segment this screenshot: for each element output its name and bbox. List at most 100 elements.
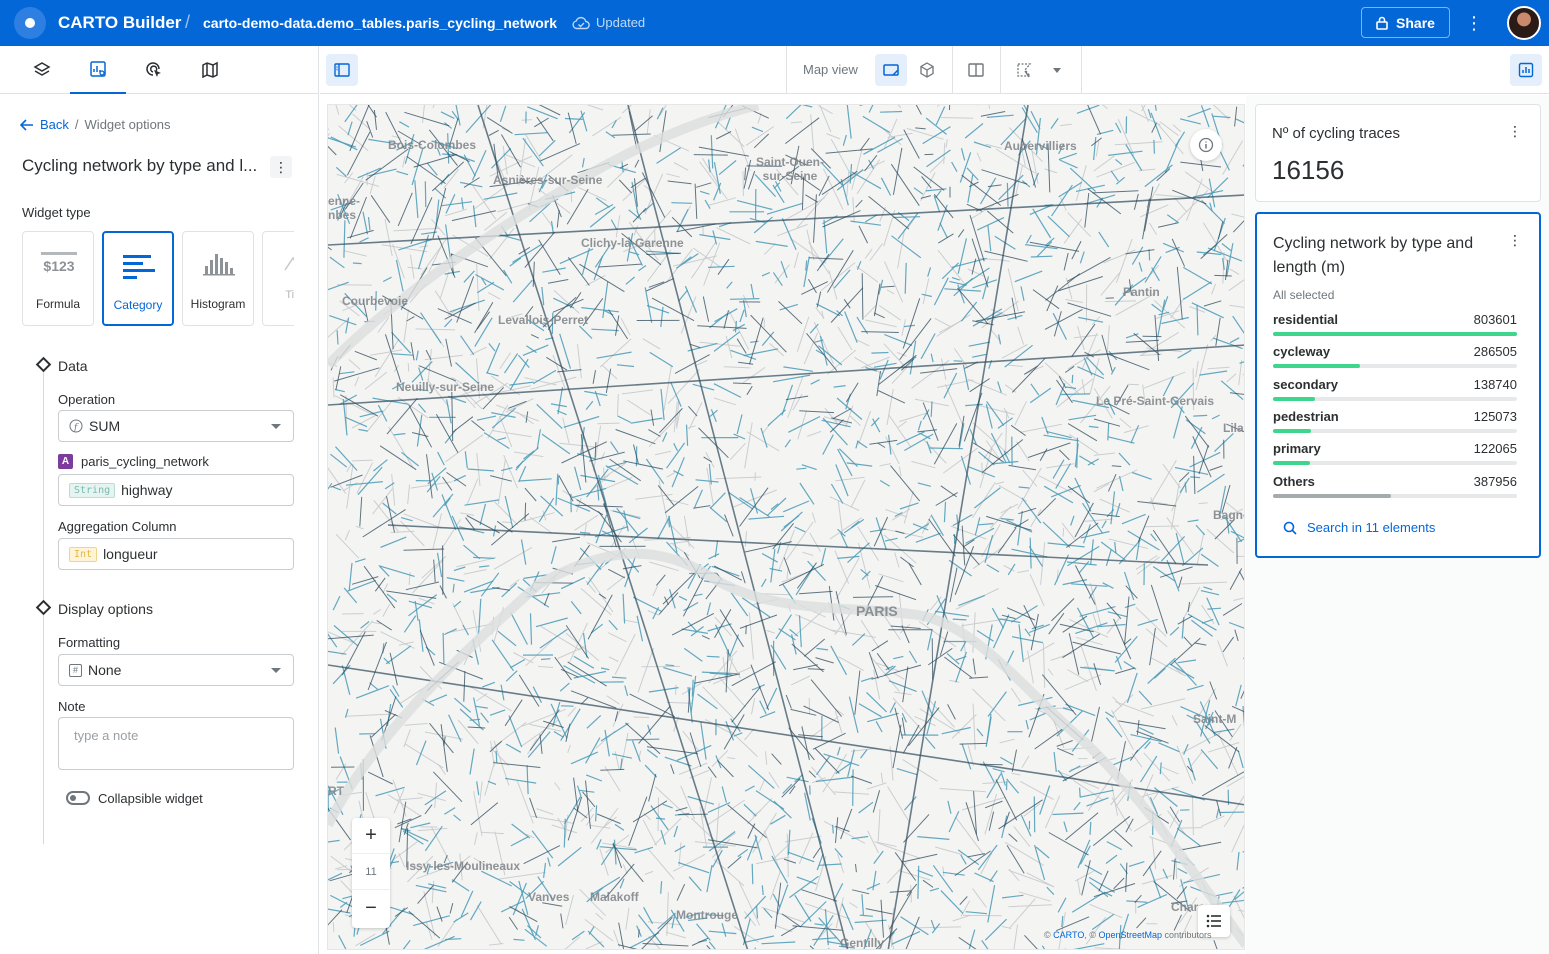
map-view-label: Map view — [803, 62, 858, 77]
tab-layers[interactable] — [14, 46, 70, 94]
category-widget-menu-icon[interactable]: ⋮ — [1508, 232, 1522, 249]
toggle-panel-button[interactable] — [326, 54, 358, 86]
chevron-down-icon — [271, 424, 281, 429]
int-type-tag: Int — [69, 546, 98, 562]
category-widget: Cycling network by type and length (m) ⋮… — [1255, 212, 1541, 558]
cube-icon — [920, 62, 934, 78]
carto-logo-icon[interactable] — [14, 7, 46, 39]
display-options-title[interactable]: Display options — [58, 601, 153, 617]
map-label: Saint-M — [1193, 712, 1237, 726]
source-name: paris_cycling_network — [81, 454, 209, 469]
widgets-panel-icon — [1518, 62, 1534, 78]
map-label: RT — [328, 784, 344, 798]
split-view-icon — [968, 63, 984, 77]
category-row[interactable]: pedestrian 125073 — [1273, 409, 1517, 435]
category-name: secondary — [1273, 376, 1339, 392]
category-row[interactable]: primary 122065 — [1273, 441, 1517, 467]
draw-tool-dropdown[interactable] — [1040, 54, 1074, 86]
map-label: Clichy-la-Garenne — [581, 236, 684, 250]
category-value: 387956 — [1473, 473, 1517, 489]
category-name: Others — [1273, 473, 1315, 489]
back-link[interactable]: Back — [40, 117, 69, 132]
legend-list-icon — [1206, 914, 1221, 928]
map-label: Montrouge — [676, 908, 738, 922]
widget-type-category[interactable]: Category — [102, 231, 174, 326]
chevron-down-icon — [271, 668, 281, 673]
data-section-title[interactable]: Data — [58, 358, 88, 374]
widget-type-histogram[interactable]: Histogram — [182, 231, 254, 326]
operation-select[interactable]: f SUM — [58, 410, 294, 442]
aggregation-column-select[interactable]: Int longueur — [58, 538, 294, 570]
widget-type-label-histogram: Histogram — [190, 297, 246, 311]
category-row[interactable]: Others 387956 — [1273, 474, 1517, 500]
zoom-in-button[interactable]: + — [352, 818, 390, 854]
formatting-label: Formatting — [58, 635, 121, 650]
source-badge: A — [58, 454, 73, 469]
more-options-icon[interactable]: ⋮ — [1465, 12, 1483, 34]
toggle-widgets-button[interactable] — [1510, 54, 1542, 86]
2d-view-button[interactable] — [875, 54, 907, 86]
map-attribution: © CARTO, © OpenStreetMap contributors — [1044, 930, 1212, 940]
category-row[interactable]: residential 803601 — [1273, 312, 1517, 338]
share-button[interactable]: Share — [1361, 7, 1450, 38]
search-categories-link[interactable]: Search in 11 elements — [1283, 520, 1435, 535]
note-input[interactable]: type a note — [58, 717, 294, 770]
draw-polygon-icon — [1017, 63, 1032, 78]
tab-basemap[interactable] — [182, 46, 238, 94]
arrow-left-icon[interactable] — [20, 118, 34, 131]
category-bar-track — [1273, 396, 1517, 401]
collapsible-toggle[interactable] — [66, 791, 90, 805]
data-section-marker-icon — [35, 356, 52, 373]
map-name[interactable]: carto-demo-data.demo_tables.paris_cyclin… — [203, 15, 557, 31]
map-2d-icon — [883, 64, 899, 76]
map-canvas[interactable]: Bois-Colombes Asnières-sur-Seine Saint-O… — [327, 104, 1245, 950]
widget-type-formula[interactable]: $123 Formula — [22, 231, 94, 326]
map-label: Neuilly-sur-Seine — [396, 380, 495, 394]
category-row[interactable]: secondary 138740 — [1273, 377, 1517, 403]
3d-view-button[interactable] — [911, 54, 943, 86]
category-selection-status: All selected — [1273, 288, 1335, 302]
widget-options-icon[interactable]: ⋮ — [270, 156, 292, 178]
category-bar — [1273, 364, 1360, 369]
carto-attribution-link[interactable]: CARTO — [1053, 930, 1084, 940]
toolbar-divider — [786, 46, 787, 94]
widget-title[interactable]: Cycling network by type and l... — [22, 156, 270, 176]
split-view-button[interactable] — [960, 54, 992, 86]
formula-widget-menu-icon[interactable]: ⋮ — [1508, 123, 1522, 140]
category-value: 286505 — [1473, 344, 1517, 360]
map-info-button[interactable] — [1190, 129, 1222, 161]
map-label: Gentilly — [840, 936, 885, 950]
tab-interactions[interactable] — [126, 46, 182, 94]
formatting-select[interactable]: # None — [58, 654, 294, 686]
app-title: CARTO Builder — [58, 13, 182, 32]
toolbar-divider — [1081, 46, 1082, 94]
category-bar — [1273, 396, 1316, 401]
map-label: Levallois-Perret — [498, 313, 589, 327]
cycling-network-layer — [328, 105, 1244, 949]
string-type-tag: String — [69, 482, 116, 498]
widget-type-time-series[interactable]: Ti Se — [262, 231, 294, 326]
category-bar — [1273, 428, 1311, 433]
tab-widgets[interactable] — [70, 46, 126, 94]
category-row[interactable]: cycleway 286505 — [1273, 344, 1517, 370]
time-series-icon — [284, 256, 294, 271]
draw-tool-button[interactable] — [1008, 54, 1040, 86]
widgets-icon — [90, 61, 106, 77]
osm-attribution-link[interactable]: OpenStreetMap — [1098, 930, 1162, 940]
title-separator: / — [185, 12, 191, 32]
avatar[interactable] — [1507, 6, 1541, 40]
toolbar-divider — [952, 46, 953, 94]
source-row: A paris_cycling_network — [58, 454, 209, 469]
aggregation-column-value: longueur — [103, 546, 158, 562]
map-label: Bagnol — [1213, 508, 1244, 522]
aggregation-column-label: Aggregation Column — [58, 519, 177, 534]
zoom-out-button[interactable]: − — [352, 890, 390, 926]
map-label: Saint-Ouen-sur-Seine — [756, 155, 824, 183]
category-name: residential — [1273, 312, 1339, 327]
formatting-value: None — [88, 662, 122, 678]
note-label: Note — [58, 699, 86, 714]
widget-type-label-formula: Formula — [35, 297, 80, 311]
column-select[interactable]: String highway — [58, 474, 294, 506]
cloud-check-icon — [572, 16, 590, 29]
zoom-control: + 11 − — [352, 818, 390, 928]
